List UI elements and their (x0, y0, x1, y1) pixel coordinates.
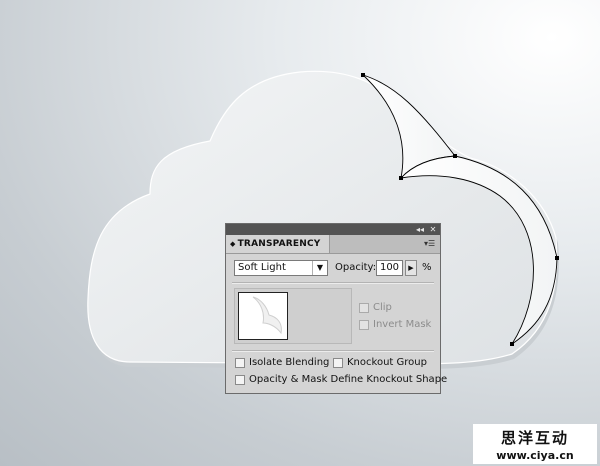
tab-transparency[interactable]: ◆ TRANSPARENCY (226, 235, 330, 253)
tab-arrows-icon: ◆ (230, 240, 236, 248)
blend-mode-value: Soft Light (238, 262, 286, 273)
blend-mode-dropdown[interactable]: Soft Light ▼ (234, 260, 328, 276)
collapse-icon[interactable]: ◂◂ (414, 224, 426, 235)
anchor-point[interactable] (555, 256, 559, 260)
panel-titlebar[interactable]: ◂◂ ✕ (226, 224, 440, 235)
knockout-group-label: Knockout Group (347, 357, 427, 368)
anchor-point[interactable] (399, 176, 403, 180)
invert-mask-checkbox[interactable] (359, 320, 369, 330)
clip-label: Clip (373, 302, 392, 313)
close-icon[interactable]: ✕ (427, 224, 439, 235)
watermark-logo: 思洋互动 www.ciya.cn (473, 424, 597, 464)
invert-mask-label: Invert Mask (373, 319, 432, 330)
anchor-point[interactable] (453, 154, 457, 158)
opacity-input[interactable]: 100 (376, 260, 403, 276)
isolate-blending-label: Isolate Blending (249, 357, 330, 368)
opacity-mask-knockout-checkbox[interactable] (235, 375, 245, 385)
clip-checkbox[interactable] (359, 303, 369, 313)
isolate-blending-checkbox[interactable] (235, 358, 245, 368)
divider (232, 282, 434, 284)
divider (232, 350, 434, 352)
artwork-thumbnail[interactable] (238, 292, 288, 340)
transparency-panel: ◂◂ ✕ ◆ TRANSPARENCY ▾☰ Soft Light ▼ Opaci… (225, 223, 447, 394)
crescent-thumbnail-icon (252, 296, 282, 335)
panel-tab-row: ◆ TRANSPARENCY ▾☰ (226, 235, 440, 254)
panel-menu-icon[interactable]: ▾☰ (424, 239, 436, 249)
percent-sign: % (422, 262, 432, 273)
anchor-point[interactable] (361, 73, 365, 77)
thumbnail-area (234, 288, 352, 344)
opacity-mask-knockout-label: Opacity & Mask Define Knockout Shape (249, 374, 448, 385)
anchor-point[interactable] (510, 342, 514, 346)
knockout-group-checkbox[interactable] (333, 358, 343, 368)
opacity-label: Opacity: (335, 262, 377, 273)
tab-label: TRANSPARENCY (237, 239, 321, 249)
dropdown-arrow-icon: ▼ (312, 261, 327, 275)
stepper-arrow-icon[interactable]: ▶ (405, 260, 417, 276)
watermark-url: www.ciya.cn (496, 449, 574, 462)
watermark-chinese: 思洋互动 (500, 429, 569, 447)
